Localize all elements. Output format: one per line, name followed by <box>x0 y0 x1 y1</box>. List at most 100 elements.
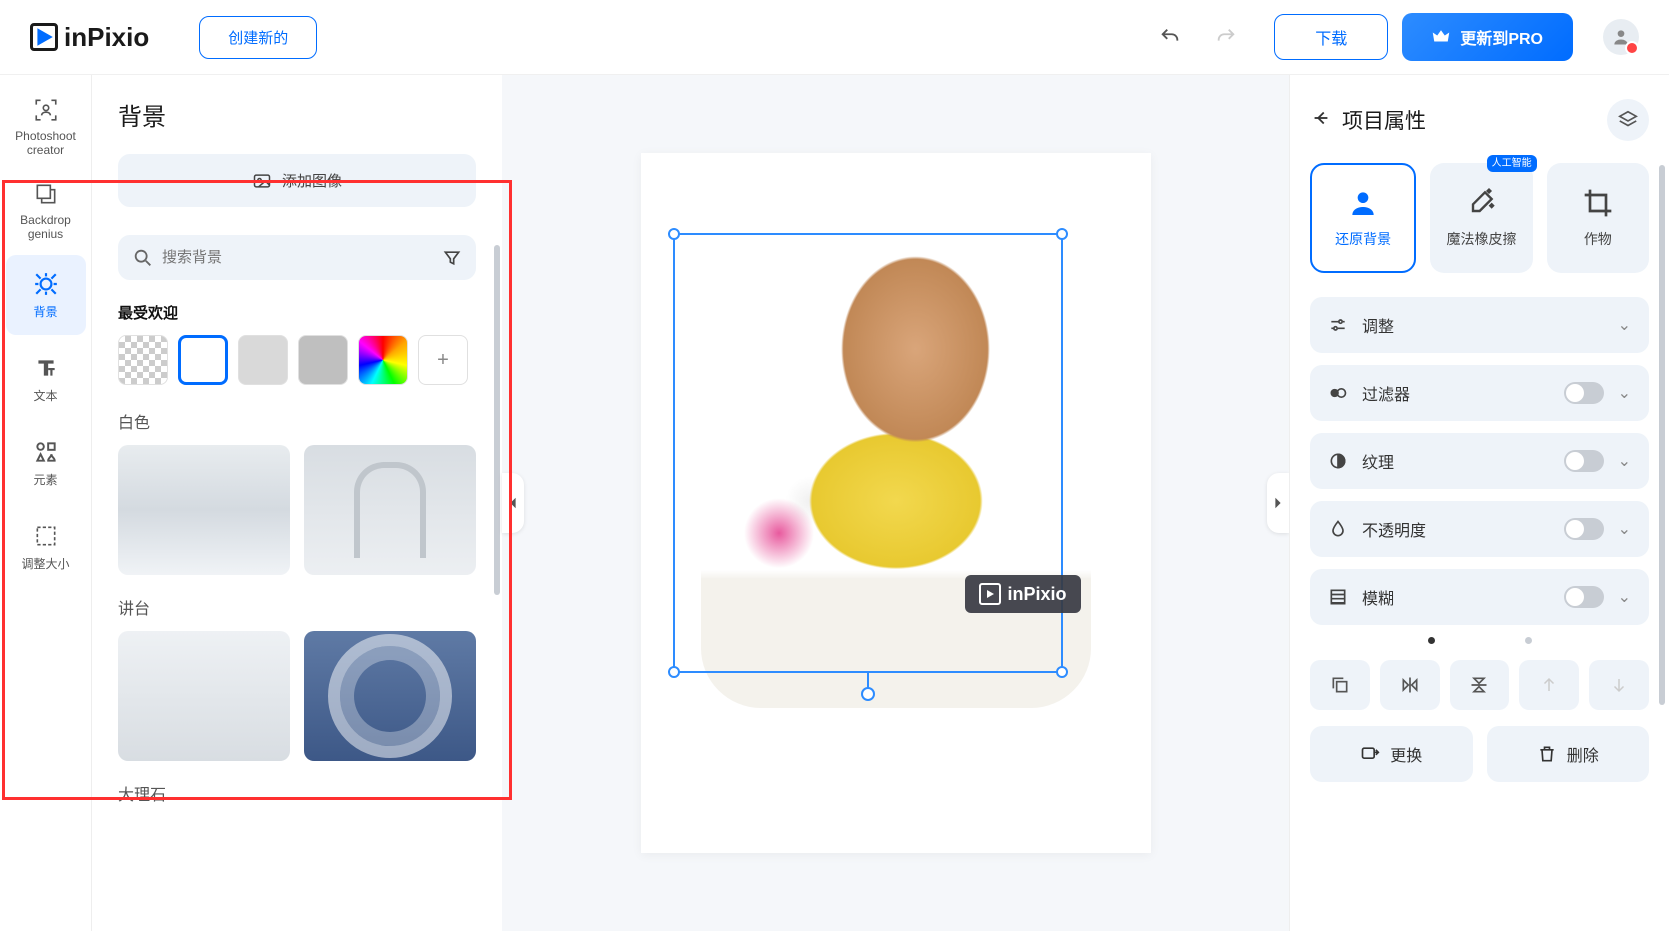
bg-thumb-podium-2[interactable] <box>304 631 476 761</box>
accordion-opacity[interactable]: 不透明度 ⌄ <box>1310 501 1649 557</box>
sliders-icon <box>1328 315 1348 335</box>
flip-horizontal-button[interactable] <box>1380 660 1440 710</box>
flip-vertical-button[interactable] <box>1450 660 1510 710</box>
page-dots <box>1310 637 1649 644</box>
swatch-lightgray[interactable] <box>238 335 288 385</box>
user-avatar[interactable] <box>1603 19 1639 55</box>
background-icon <box>33 271 59 297</box>
app-logo: inPixio <box>30 22 149 53</box>
handle-bottom-left[interactable] <box>668 666 680 678</box>
action-restore-background[interactable]: 还原背景 <box>1310 163 1416 273</box>
swatch-transparent[interactable] <box>118 335 168 385</box>
upgrade-pro-button[interactable]: 更新到PRO <box>1402 13 1573 61</box>
layers-icon <box>1617 109 1639 131</box>
send-backward-button[interactable] <box>1589 660 1649 710</box>
filter-toggle[interactable] <box>1564 382 1604 404</box>
handle-top-left[interactable] <box>668 228 680 240</box>
blur-toggle[interactable] <box>1564 586 1604 608</box>
handle-rotate[interactable] <box>861 687 875 701</box>
swatch-gray[interactable] <box>298 335 348 385</box>
search-icon <box>132 247 154 269</box>
tool-elements[interactable]: 元素 <box>6 423 86 503</box>
add-image-button[interactable]: 添加图像 <box>118 154 476 207</box>
swatch-white[interactable] <box>178 335 228 385</box>
replace-button[interactable]: 更换 <box>1310 726 1473 782</box>
tool-backdrop-genius[interactable]: Backdrop genius <box>6 171 86 251</box>
bring-forward-button[interactable] <box>1519 660 1579 710</box>
create-new-button[interactable]: 创建新的 <box>199 16 317 59</box>
handle-top-right[interactable] <box>1056 228 1068 240</box>
section-popular: 最受欢迎 <box>118 302 476 323</box>
download-button[interactable]: 下载 <box>1274 14 1388 60</box>
canvas-page[interactable]: inPixio <box>641 153 1151 853</box>
layers-button[interactable] <box>1607 99 1649 141</box>
accordion-texture[interactable]: 纹理 ⌄ <box>1310 433 1649 489</box>
trash-icon <box>1537 744 1557 764</box>
bg-thumb-white-2[interactable] <box>304 445 476 575</box>
undo-button[interactable] <box>1150 17 1190 57</box>
accordion-adjust[interactable]: 调整 ⌄ <box>1310 297 1649 353</box>
swatch-add[interactable]: + <box>418 335 468 385</box>
crop-icon <box>1582 187 1614 219</box>
tool-text[interactable]: 文本 <box>6 339 86 419</box>
action-magic-eraser[interactable]: 人工智能 魔法橡皮擦 <box>1430 163 1532 273</box>
replace-icon <box>1360 744 1380 764</box>
properties-title: 项目属性 <box>1342 105 1426 135</box>
tool-rail: Photoshoot creator Backdrop genius 背景 文本… <box>0 75 92 931</box>
category-white: 白色 <box>118 409 476 433</box>
bg-thumb-podium-1[interactable] <box>118 631 290 761</box>
properties-panel: 项目属性 还原背景 人工智能 魔法橡皮擦 作物 调整 ⌄ <box>1289 75 1669 931</box>
panel-scrollbar[interactable] <box>494 245 500 595</box>
tool-resize[interactable]: 调整大小 <box>6 507 86 587</box>
logo-icon <box>30 23 58 51</box>
tool-photoshoot-creator[interactable]: Photoshoot creator <box>6 87 86 167</box>
app-name: inPixio <box>64 22 149 53</box>
texture-toggle[interactable] <box>1564 450 1604 472</box>
duplicate-button[interactable] <box>1310 660 1370 710</box>
handle-bottom-right[interactable] <box>1056 666 1068 678</box>
background-panel: 背景 添加图像 最受欢迎 + 白色 <box>92 75 502 931</box>
accordion-blur[interactable]: 模糊 ⌄ <box>1310 569 1649 625</box>
chevron-right-icon <box>1272 496 1284 510</box>
swatch-colorpicker[interactable] <box>358 335 408 385</box>
panel-title: 背景 <box>118 97 476 132</box>
search-background[interactable] <box>118 235 476 280</box>
eraser-sparkle-icon <box>1465 187 1497 219</box>
flip-v-icon <box>1469 675 1489 695</box>
chevron-down-icon: ⌄ <box>1618 315 1631 335</box>
chevron-down-icon: ⌄ <box>1618 451 1631 471</box>
watermark: inPixio <box>965 575 1080 613</box>
category-marble: 大理石 <box>118 781 476 805</box>
props-scrollbar[interactable] <box>1659 165 1665 705</box>
focus-person-icon <box>33 97 59 123</box>
collapse-left-button[interactable] <box>502 473 524 533</box>
back-button[interactable] <box>1310 107 1332 134</box>
chevron-down-icon: ⌄ <box>1618 587 1631 607</box>
action-crop[interactable]: 作物 <box>1547 163 1649 273</box>
blur-icon <box>1328 587 1348 607</box>
search-input[interactable] <box>154 245 442 270</box>
watermark-logo-icon <box>979 583 1001 605</box>
contrast-icon <box>1328 451 1348 471</box>
shapes-icon <box>33 439 59 465</box>
chevron-down-icon: ⌄ <box>1618 519 1631 539</box>
image-add-icon <box>252 171 272 191</box>
bg-thumb-white-1[interactable] <box>118 445 290 575</box>
collapse-right-button[interactable] <box>1267 473 1289 533</box>
swatch-row: + <box>118 335 476 385</box>
main-area: Photoshoot creator Backdrop genius 背景 文本… <box>0 75 1669 931</box>
resize-icon <box>33 523 59 549</box>
arrow-down-icon <box>1610 676 1628 694</box>
canvas-area[interactable]: inPixio <box>502 75 1289 931</box>
chevron-left-icon <box>507 496 519 510</box>
delete-button[interactable]: 删除 <box>1487 726 1650 782</box>
person-icon <box>1347 187 1379 219</box>
opacity-toggle[interactable] <box>1564 518 1604 540</box>
arrow-left-icon <box>1310 107 1332 129</box>
accordion-filter[interactable]: 过滤器 ⌄ <box>1310 365 1649 421</box>
filter-icon[interactable] <box>442 248 462 268</box>
tool-background[interactable]: 背景 <box>6 255 86 335</box>
droplet-icon <box>1328 519 1348 539</box>
text-icon <box>33 355 59 381</box>
redo-button[interactable] <box>1206 17 1246 57</box>
